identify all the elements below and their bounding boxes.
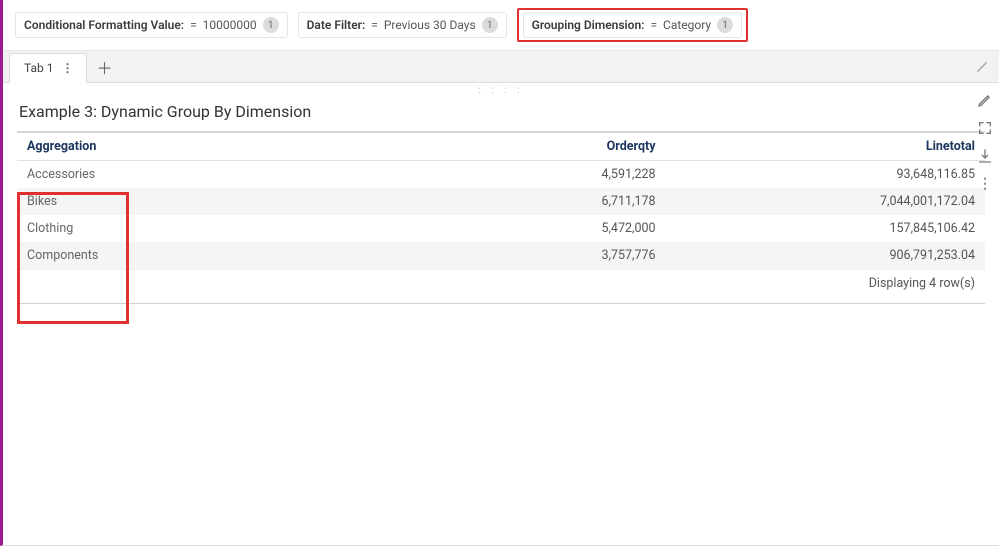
filter-chip-date[interactable]: Date Filter: = Previous 30 Days 1 [298,12,507,38]
filter-value: Category [663,18,711,32]
tab-label: Tab 1 [24,61,53,75]
col-header-aggregation[interactable]: Aggregation [17,133,346,161]
table-row[interactable]: Bikes 6,711,178 7,044,001,172.04 [17,188,985,215]
filter-operator: = [650,18,657,32]
cell-linetotal: 93,648,116.85 [666,161,985,189]
more-vert-icon[interactable]: ⋮ [61,61,74,75]
filter-operator: = [190,18,197,32]
side-toolbar: ⋮ [975,90,995,194]
filter-label: Date Filter: [307,18,366,32]
filter-count-badge: 1 [263,17,279,33]
filter-count-badge: 1 [717,17,733,33]
edit-pencil-icon[interactable] [975,90,995,110]
filter-value: 10000000 [203,18,257,32]
cell-linetotal: 157,845,106.42 [666,215,985,242]
section-title: Example 3: Dynamic Group By Dimension [19,102,985,121]
cell-orderqty: 4,591,228 [346,161,665,189]
filter-label: Grouping Dimension: [532,18,645,32]
cell-orderqty: 6,711,178 [346,188,665,215]
app-root: Conditional Formatting Value: = 10000000… [0,0,999,546]
more-vert-icon[interactable]: ⋮ [976,174,994,194]
table-header-row: Aggregation Orderqty Linetotal [17,133,985,161]
cell-aggregation: Bikes [17,188,346,215]
filter-chip-conditional-formatting[interactable]: Conditional Formatting Value: = 10000000… [15,12,288,38]
drag-handle-icon[interactable]: : : : : [17,83,985,96]
cell-orderqty: 5,472,000 [346,215,665,242]
edit-corner-icon[interactable] [975,60,993,74]
filter-count-badge: 1 [482,17,498,33]
cell-aggregation: Clothing [17,215,346,242]
table-row[interactable]: Clothing 5,472,000 157,845,106.42 [17,215,985,242]
table-row[interactable]: Components 3,757,776 906,791,253.04 [17,242,985,270]
cell-linetotal: 906,791,253.04 [666,242,985,270]
plus-icon: ＋ [96,55,112,79]
filter-value: Previous 30 Days [384,18,476,32]
table-row[interactable]: Accessories 4,591,228 93,648,116.85 [17,161,985,189]
cell-linetotal: 7,044,001,172.04 [666,188,985,215]
annotation-highlight-grouping: Grouping Dimension: = Category 1 [517,8,748,42]
expand-icon[interactable] [975,118,995,138]
tab-tab1[interactable]: Tab 1 ⋮ [9,53,87,83]
col-header-orderqty[interactable]: Orderqty [346,133,665,161]
filter-label: Conditional Formatting Value: [24,18,184,32]
table-divider [17,303,985,304]
download-icon[interactable] [975,146,995,166]
cell-aggregation: Components [17,242,346,270]
tab-bar: Tab 1 ⋮ ＋ [3,51,999,83]
filter-chip-grouping-dimension[interactable]: Grouping Dimension: = Category 1 [523,12,742,38]
table-footer-row: Displaying 4 row(s) [17,270,985,298]
cell-orderqty: 3,757,776 [346,242,665,270]
col-header-linetotal[interactable]: Linetotal [666,133,985,161]
add-tab-button[interactable]: ＋ [91,54,117,80]
data-table-wrap: Aggregation Orderqty Linetotal Accessori… [17,131,985,304]
content-area: : : : : Example 3: Dynamic Group By Dime… [3,83,999,314]
data-table: Aggregation Orderqty Linetotal Accessori… [17,133,985,297]
filter-bar: Conditional Formatting Value: = 10000000… [3,0,999,51]
cell-aggregation: Accessories [17,161,346,189]
row-count-text: Displaying 4 row(s) [17,270,985,298]
filter-operator: = [371,18,378,32]
